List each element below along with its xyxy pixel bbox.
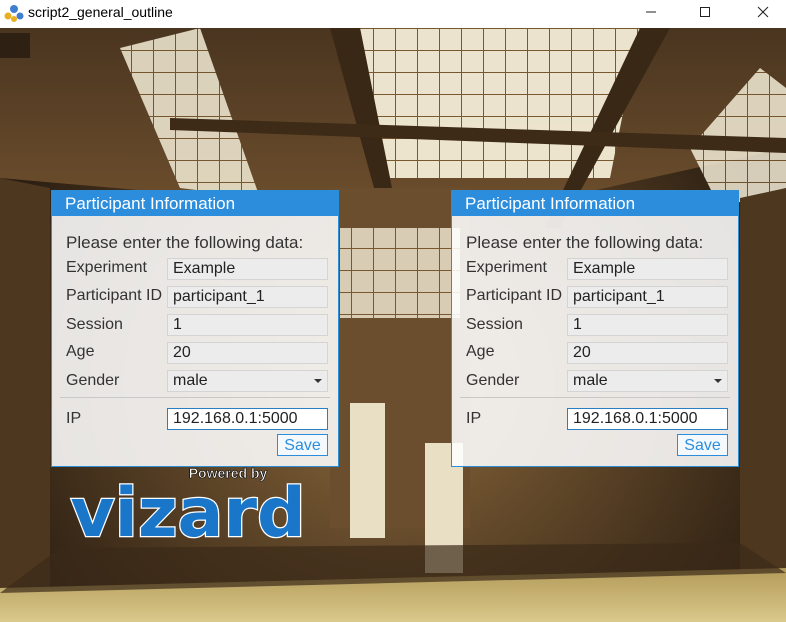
panel-header: Participant Information bbox=[452, 191, 738, 216]
panel-prompt: Please enter the following data: bbox=[466, 233, 704, 252]
save-button[interactable]: Save bbox=[677, 434, 728, 456]
participant-info-panel: Participant Information Please enter the… bbox=[51, 190, 339, 467]
age-field[interactable]: 20 bbox=[567, 342, 728, 364]
experiment-label: Experiment bbox=[66, 259, 147, 276]
gender-label: Gender bbox=[66, 372, 120, 389]
session-field[interactable]: 1 bbox=[567, 314, 728, 336]
maximize-icon bbox=[700, 7, 710, 17]
logo-wordmark: vizard bbox=[70, 474, 305, 544]
panel-header: Participant Information bbox=[52, 191, 338, 216]
ip-field[interactable]: 192.168.0.1:5000 bbox=[567, 408, 728, 430]
session-field[interactable]: 1 bbox=[167, 314, 328, 336]
gender-select[interactable]: male bbox=[567, 370, 728, 392]
gender-value: male bbox=[573, 372, 608, 389]
gender-value: male bbox=[173, 372, 208, 389]
participant-id-field[interactable]: participant_1 bbox=[567, 286, 728, 308]
participant-id-label: Participant ID bbox=[466, 287, 563, 304]
gender-select[interactable]: male bbox=[167, 370, 328, 392]
close-button[interactable] bbox=[740, 0, 786, 24]
chevron-down-icon bbox=[314, 379, 322, 383]
ip-label: IP bbox=[66, 410, 82, 427]
participant-id-label: Participant ID bbox=[66, 287, 163, 304]
participant-id-field[interactable]: participant_1 bbox=[167, 286, 328, 308]
age-label: Age bbox=[66, 343, 95, 360]
title-bar: script2_general_outline bbox=[0, 0, 786, 28]
panel-prompt: Please enter the following data: bbox=[66, 233, 304, 252]
ip-label: IP bbox=[466, 410, 482, 427]
minimize-button[interactable] bbox=[628, 0, 674, 24]
window-title: script2_general_outline bbox=[28, 4, 173, 20]
chevron-down-icon bbox=[714, 379, 722, 383]
gender-label: Gender bbox=[466, 372, 520, 389]
session-label: Session bbox=[466, 316, 523, 333]
maximize-button[interactable] bbox=[682, 0, 728, 24]
save-button[interactable]: Save bbox=[277, 434, 328, 456]
divider bbox=[460, 397, 730, 398]
ip-field[interactable]: 192.168.0.1:5000 bbox=[167, 408, 328, 430]
age-label: Age bbox=[466, 343, 495, 360]
vizard-logo: Powered by vizard bbox=[69, 465, 307, 544]
experiment-field[interactable]: Example bbox=[567, 258, 728, 280]
close-icon bbox=[757, 6, 769, 18]
participant-info-panel: Participant Information Please enter the… bbox=[451, 190, 739, 467]
session-label: Session bbox=[66, 316, 123, 333]
experiment-label: Experiment bbox=[466, 259, 547, 276]
app-icon bbox=[4, 5, 24, 22]
age-field[interactable]: 20 bbox=[167, 342, 328, 364]
minimize-icon bbox=[646, 11, 656, 13]
experiment-field[interactable]: Example bbox=[167, 258, 328, 280]
divider bbox=[60, 397, 330, 398]
